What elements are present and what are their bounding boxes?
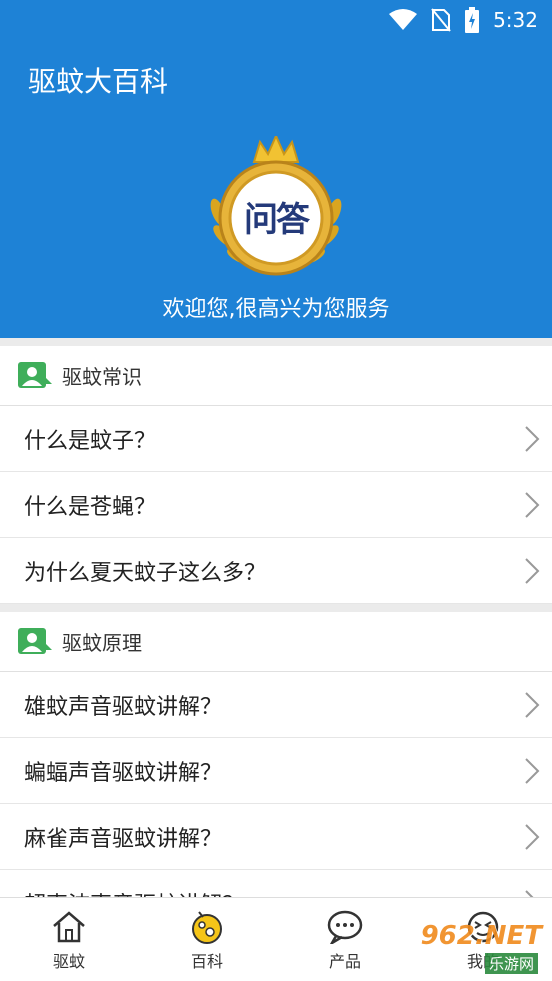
contact-icon [18, 361, 52, 388]
section-title: 驱蚊常识 [62, 365, 142, 389]
nav-item-repel[interactable]: 驱蚊 [0, 898, 138, 981]
watermark-brand: 962.NET [420, 921, 542, 951]
list-item-label: 什么是蚊子？ [24, 428, 157, 454]
home-icon [53, 911, 85, 943]
watermark-sub: 乐游网 [484, 953, 538, 974]
welcome-text: 欢迎您,很高兴为您服务 [162, 297, 390, 322]
chevron-right-icon [525, 491, 540, 518]
chevron-right-icon [525, 557, 540, 584]
nav-label: 驱蚊 [52, 952, 85, 971]
app-header: 5:32 驱蚊大百科 问答 欢迎您,很高兴为您服务 [0, 0, 552, 338]
nav-item-encyclopedia[interactable]: 百科 [138, 898, 276, 981]
list-item-label: 蝙蝠声音驱蚊讲解？ [24, 760, 223, 786]
no-sim-icon [431, 8, 451, 32]
chevron-right-icon [525, 691, 540, 718]
wifi-icon [389, 9, 418, 30]
nav-label: 百科 [190, 952, 223, 971]
watermark-logo: 962.NET 乐游网 [406, 921, 546, 974]
list-item-label: 什么是苍蝇？ [24, 494, 157, 520]
list-item[interactable]: 什么是苍蝇？ [0, 472, 552, 538]
status-time: 5:32 [493, 8, 538, 32]
list-item[interactable]: 雄蚊声音驱蚊讲解？ [0, 672, 552, 738]
contact-icon [18, 627, 52, 654]
battery-icon [465, 7, 480, 33]
status-bar: 5:32 [0, 0, 552, 42]
section-header: 驱蚊原理 [0, 612, 552, 672]
nav-label: 产品 [328, 952, 361, 971]
chevron-right-icon [525, 757, 540, 784]
app-title: 驱蚊大百科 [28, 65, 169, 98]
list-item[interactable]: 什么是蚊子？ [0, 406, 552, 472]
section-mosquito-basics: 驱蚊常识 什么是蚊子？ 什么是苍蝇？ 为什么夏天蚊子这么多？ [0, 346, 552, 604]
chat-icon [327, 910, 363, 944]
section-title: 驱蚊原理 [62, 631, 142, 655]
chevron-right-icon [525, 425, 540, 452]
list-item[interactable]: 蝙蝠声音驱蚊讲解？ [0, 738, 552, 804]
list-item-label: 雄蚊声音驱蚊讲解？ [24, 694, 223, 720]
section-header: 驱蚊常识 [0, 346, 552, 406]
encyclopedia-icon [192, 911, 222, 944]
chevron-right-icon [525, 823, 540, 850]
list-item[interactable]: 为什么夏天蚊子这么多？ [0, 538, 552, 604]
list-item-label: 为什么夏天蚊子这么多？ [24, 560, 267, 586]
badge-text: 问答 [244, 200, 310, 240]
section-repel-principle: 驱蚊原理 雄蚊声音驱蚊讲解？ 蝙蝠声音驱蚊讲解？ 麻雀声音驱蚊讲解？ 超声波声音… [0, 612, 552, 936]
nav-item-products[interactable]: 产品 [276, 898, 414, 981]
list-item[interactable]: 麻雀声音驱蚊讲解？ [0, 804, 552, 870]
list-item-label: 麻雀声音驱蚊讲解？ [24, 826, 223, 852]
